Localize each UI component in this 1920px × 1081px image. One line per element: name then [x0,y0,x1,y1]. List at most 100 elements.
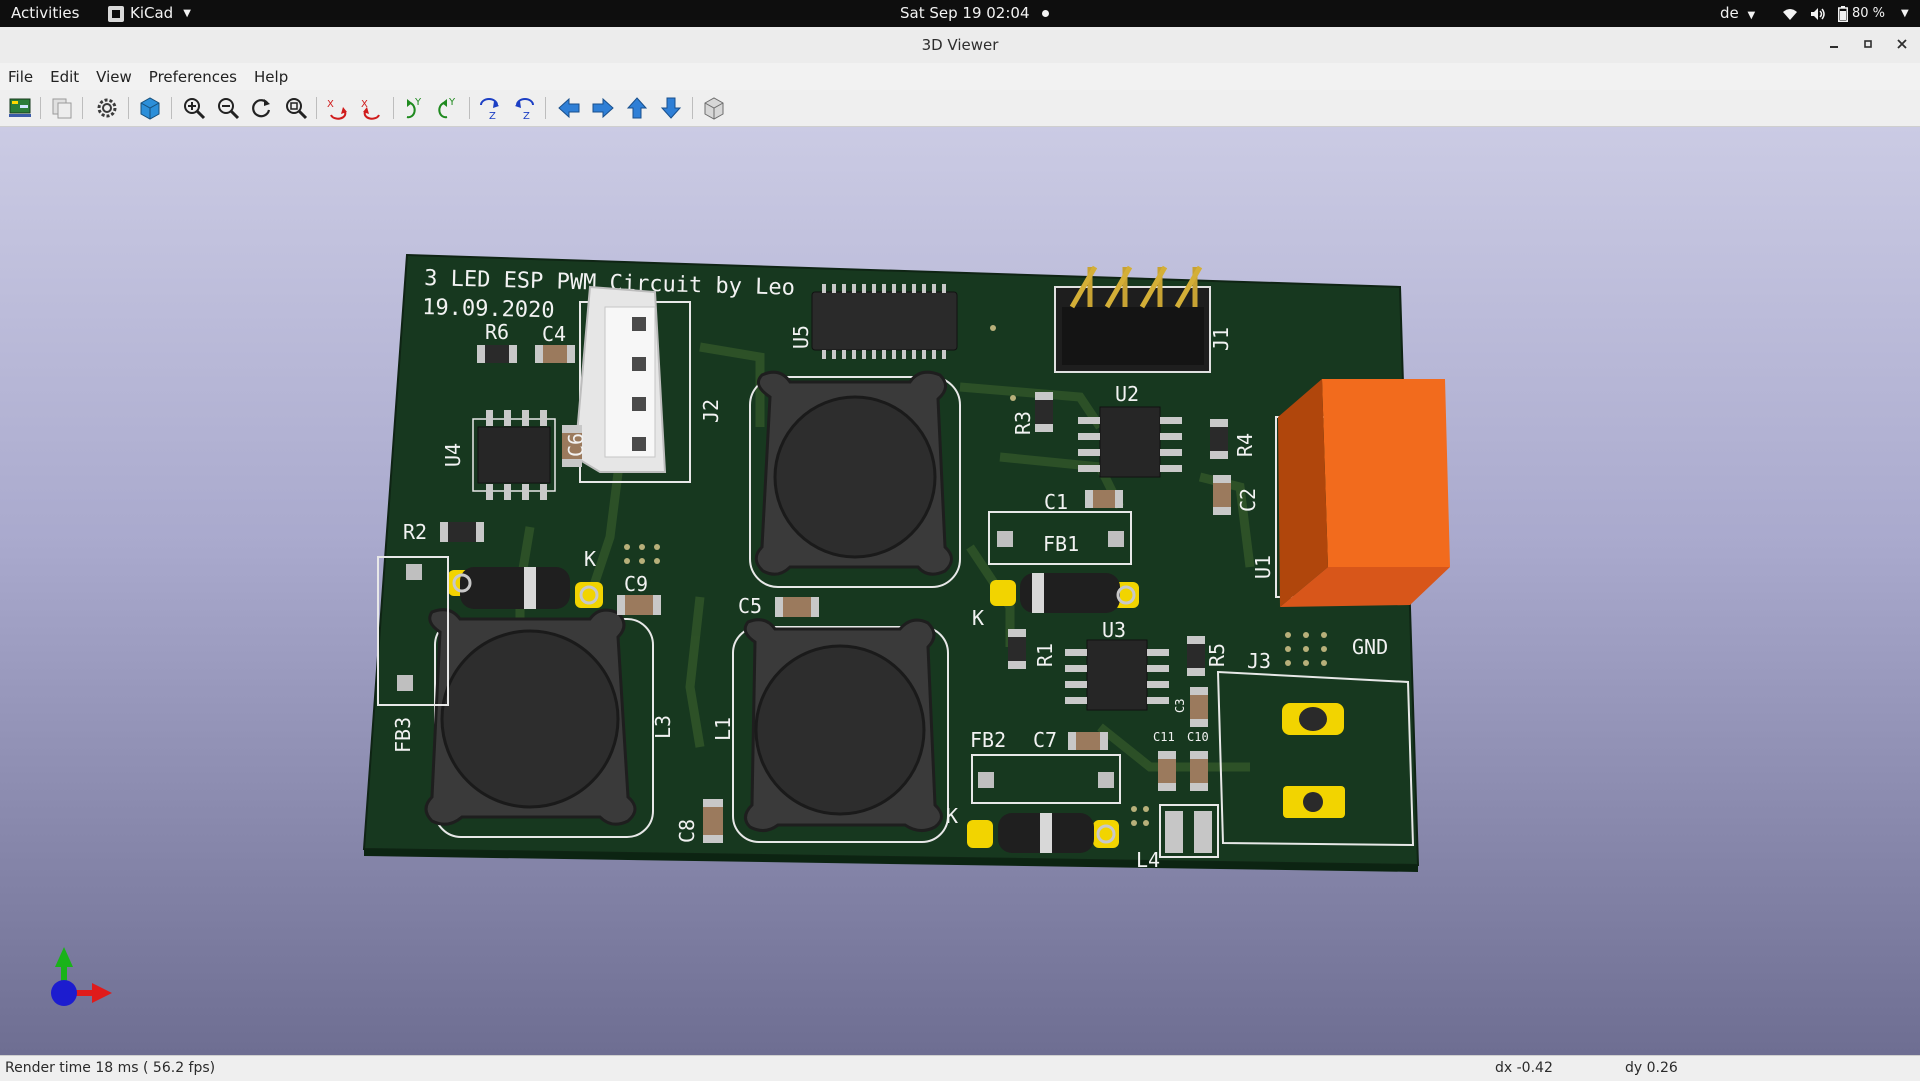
inductor-l2-top [749,370,961,588]
label-r3: R3 [1011,411,1035,435]
menu-edit[interactable]: Edit [42,68,88,86]
toolbar-separator [128,97,129,119]
label-c3: C3 [1173,699,1187,713]
app-menu[interactable]: KiCad ▼ [108,0,191,27]
rotate-z-ccw-icon[interactable]: Z [511,95,537,121]
label-c9: C9 [624,572,648,596]
label-l1: L1 [711,717,735,741]
wifi-icon [1783,8,1797,20]
label-j2: J2 [699,399,723,423]
svg-text:Z: Z [489,111,496,121]
raytracing-icon[interactable] [137,95,163,121]
label-r6: R6 [485,320,509,344]
label-c10: C10 [1187,730,1209,744]
pan-up-icon[interactable] [624,95,650,121]
pad [406,564,422,580]
activities-button[interactable]: Activities [11,0,79,27]
label-c8: C8 [675,819,699,843]
toolbar-separator [469,97,470,119]
close-button[interactable] [1888,27,1916,63]
reload-board-icon[interactable] [7,95,33,121]
rotate-x-cw-icon[interactable]: X [325,95,351,121]
toolbar-separator [692,97,693,119]
kicad-app-icon [108,5,124,22]
label-k2: K [972,606,984,630]
svg-text:Y: Y [414,97,422,108]
menu-preferences[interactable]: Preferences [141,68,246,86]
dy-readout: dy 0.26 [1625,1060,1678,1076]
maximize-button[interactable] [1854,27,1882,63]
inductor-l1 [732,618,949,843]
dx-readout: dx -0.42 [1495,1060,1553,1076]
toolbar-separator [545,97,546,119]
pad [397,675,413,691]
clock[interactable]: Sat Sep 19 02:04 [900,0,1049,27]
chevron-down-icon: ▼ [1901,8,1909,19]
label-c1: C1 [1044,490,1068,514]
svg-text:X: X [327,99,334,110]
window-title: 3D Viewer [921,36,999,54]
label-l4: L4 [1136,848,1160,872]
zoom-in-icon[interactable] [181,95,207,121]
battery-icon [1838,5,1848,22]
chip-u5 [811,284,958,359]
menu-file[interactable]: File [0,68,42,86]
orthographic-icon[interactable] [701,95,727,121]
relay-u1 [1275,379,1450,607]
status-bar: Render time 18 ms ( 56.2 fps) dx -0.42 d… [0,1055,1920,1081]
3d-canvas[interactable]: 3 LED ESP PWM Circuit by Leo 19.09.2020 [0,127,1920,1055]
svg-text:Z: Z [523,111,530,121]
minimize-icon [1830,46,1838,48]
pad [997,531,1013,547]
label-c2: C2 [1236,488,1260,512]
pad [978,772,994,788]
clock-text: Sat Sep 19 02:04 [900,4,1030,22]
rotate-y-cw-icon[interactable]: Y [401,95,427,121]
pad [1108,531,1124,547]
label-r1: R1 [1033,643,1057,667]
menu-view[interactable]: View [88,68,141,86]
copy-image-icon[interactable] [49,95,75,121]
label-c5: C5 [738,594,762,618]
toolbar: X X Y Y Z Z [0,90,1920,127]
label-u2: U2 [1115,382,1139,406]
label-j3: J3 [1247,649,1271,673]
language-text: de [1720,4,1739,22]
label-k1: K [584,547,596,571]
toolbar-separator [82,97,83,119]
svg-text:Y: Y [448,97,456,108]
pan-down-icon[interactable] [658,95,684,121]
language-indicator[interactable]: de ▼ [1720,0,1755,27]
system-status-area[interactable]: 80 % ▼ [1782,0,1909,27]
label-u1: U1 [1251,555,1275,579]
label-gnd: GND [1352,635,1388,659]
label-fb1: FB1 [1043,532,1079,556]
menu-bar: File Edit View Preferences Help [0,63,1920,90]
rotate-z-cw-icon[interactable]: Z [477,95,503,121]
label-u3: U3 [1102,618,1126,642]
window-title-bar[interactable]: 3D Viewer [0,27,1920,64]
battery-indicator: 80 % [1838,0,1885,27]
render-time-text: Render time 18 ms ( 56.2 fps) [5,1060,216,1076]
label-l3: L3 [651,715,675,739]
pan-right-icon[interactable] [590,95,616,121]
inductor-l3 [424,608,654,838]
zoom-out-icon[interactable] [215,95,241,121]
redraw-icon[interactable] [249,95,275,121]
rotate-x-ccw-icon[interactable]: X [359,95,385,121]
pan-left-icon[interactable] [556,95,582,121]
axis-gizmo [51,947,112,1006]
label-r2: R2 [403,520,427,544]
minimize-button[interactable] [1820,27,1848,63]
label-r4: R4 [1233,433,1257,457]
label-c4: C4 [542,322,566,346]
maximize-icon [1864,40,1872,48]
volume-icon [1811,7,1825,20]
chevron-down-icon: ▼ [1747,10,1756,21]
render-options-icon[interactable] [94,95,120,121]
menu-help[interactable]: Help [246,68,297,86]
z-axis-dot [51,980,77,1006]
zoom-fit-icon[interactable] [283,95,309,121]
rotate-y-ccw-icon[interactable]: Y [435,95,461,121]
label-c6: C6 [564,433,588,457]
